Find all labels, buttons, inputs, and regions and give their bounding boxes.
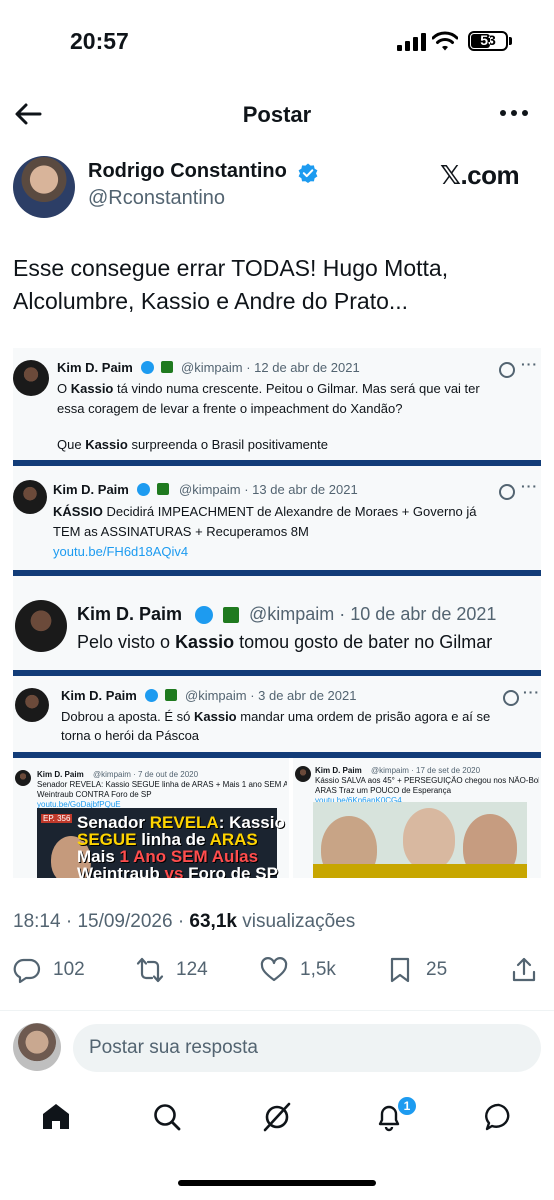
- like-button[interactable]: 1,5k: [260, 956, 336, 984]
- embedded-avatar: [13, 480, 47, 514]
- embedded-author-name: Kim D. Paim: [57, 360, 133, 375]
- action-bar: 102 124 1,5k 25: [0, 950, 554, 990]
- embedded-avatar: [15, 688, 49, 722]
- embedded-post: Kim D. Paim @kimpaim · 3 de abr de 2021 …: [13, 676, 541, 752]
- embedded-mini-post: Kim D. Paim @kimpaim · 7 de out de 2020 …: [13, 758, 289, 878]
- reply-input[interactable]: Postar sua resposta: [73, 1024, 541, 1072]
- more-options-icon: ···: [521, 478, 538, 494]
- embedded-avatar: [13, 360, 49, 396]
- battery-icon: 53: [468, 31, 508, 51]
- embedded-post: Kim D. Paim @kimpaim · 10 de abr de 2021…: [13, 576, 541, 670]
- more-options-icon: ···: [523, 684, 540, 700]
- author-name[interactable]: Rodrigo Constantino: [88, 160, 287, 183]
- verified-badge-icon: [298, 163, 318, 183]
- grok-icon: [499, 362, 515, 378]
- more-options-icon: ···: [521, 356, 538, 372]
- verified-badge-icon: [141, 361, 154, 374]
- cellular-signal-icon: [397, 33, 427, 51]
- reply-count: 102: [53, 959, 85, 980]
- share-button[interactable]: [510, 956, 538, 984]
- wifi-icon: [432, 31, 458, 51]
- grok-icon: [499, 484, 515, 500]
- reply-button[interactable]: 102: [13, 956, 85, 984]
- user-avatar[interactable]: [13, 1023, 61, 1071]
- flag-icon: [165, 689, 177, 701]
- share-icon: [512, 957, 536, 982]
- grok-icon[interactable]: [262, 1102, 292, 1132]
- bookmark-icon: [390, 957, 410, 983]
- notification-badge: 1: [396, 1095, 418, 1117]
- bookmark-count: 25: [426, 959, 448, 980]
- embedded-post: Kim D. Paim @kimpaim · 13 de abr de 2021…: [13, 466, 541, 570]
- embedded-post: Kim D. Paim @kimpaim · 12 de abr de 2021…: [13, 348, 541, 460]
- verified-badge-icon: [145, 689, 158, 702]
- status-bar: 20:57 53: [0, 0, 554, 80]
- repost-icon: [136, 957, 164, 983]
- messages-icon[interactable]: [484, 1102, 514, 1132]
- flag-icon: [161, 361, 173, 373]
- bottom-nav: [0, 1094, 554, 1144]
- tweet-timestamp: 18:14 · 15/09/2026 · 63,1k visualizações: [13, 911, 356, 932]
- battery-level: 53: [480, 32, 496, 48]
- flag-icon: [157, 483, 169, 495]
- reply-placeholder: Postar sua resposta: [89, 1037, 258, 1058]
- author-handle[interactable]: @Rconstantino: [88, 187, 225, 210]
- views-count: 63,1k: [189, 911, 237, 932]
- embedded-avatar: [15, 770, 31, 786]
- x-com-brand: 𝕏.com: [440, 160, 520, 190]
- grok-icon: [503, 690, 519, 706]
- heart-icon: [260, 957, 288, 982]
- video-thumbnail: [313, 802, 527, 878]
- embedded-avatar: [15, 600, 67, 652]
- status-time: 20:57: [70, 28, 129, 54]
- more-options-icon[interactable]: [498, 110, 530, 120]
- bookmark-button[interactable]: 25: [386, 956, 447, 984]
- verified-badge-icon: [195, 606, 213, 624]
- search-icon[interactable]: [152, 1102, 182, 1132]
- tweet-image[interactable]: Kim D. Paim @kimpaim · 12 de abr de 2021…: [13, 348, 541, 878]
- embedded-mini-post: Kim D. Paim @kimpaim · 17 de set de 2020…: [293, 758, 541, 878]
- home-icon[interactable]: [41, 1102, 71, 1132]
- repost-button[interactable]: 124: [136, 956, 208, 984]
- top-bar: Postar: [0, 92, 554, 138]
- embedded-meta: @kimpaim · 12 de abr de 2021: [181, 360, 360, 375]
- repost-count: 124: [176, 959, 208, 980]
- video-thumbnail: EP. 356 Senador REVELA: Kassio SEGUE lin…: [37, 808, 285, 878]
- like-count: 1,5k: [300, 959, 336, 980]
- flag-icon: [223, 607, 239, 623]
- page-title: Postar: [242, 102, 312, 127]
- tweet-text: Esse consegue errar TODAS! Hugo Motta, A…: [13, 255, 449, 314]
- divider: [0, 1010, 554, 1011]
- author-avatar[interactable]: [13, 156, 75, 218]
- reply-icon: [13, 958, 41, 984]
- verified-badge-icon: [137, 483, 150, 496]
- embedded-avatar: [295, 766, 311, 782]
- home-indicator: [178, 1180, 376, 1186]
